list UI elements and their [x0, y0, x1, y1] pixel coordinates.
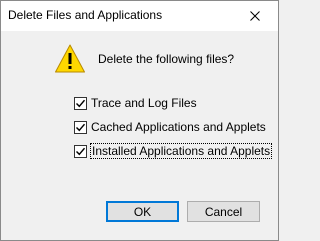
ok-button[interactable]: OK	[106, 201, 179, 222]
delete-files-dialog: Delete Files and Applications Delete the…	[0, 0, 279, 241]
checkmark-icon	[76, 123, 85, 131]
title-bar[interactable]: Delete Files and Applications	[1, 1, 278, 31]
checkbox-trace-and-log-files[interactable]	[74, 96, 87, 110]
option-label: Installed Applications and Applets	[89, 143, 273, 159]
dialog-message: Delete the following files?	[98, 52, 235, 66]
option-trace-and-log-files[interactable]: Trace and Log Files	[74, 95, 197, 111]
checkmark-icon	[76, 147, 85, 155]
checkbox-installed-applications[interactable]	[74, 144, 87, 158]
close-button[interactable]	[232, 1, 278, 31]
close-icon	[250, 11, 260, 21]
cancel-button[interactable]: Cancel	[187, 201, 260, 222]
option-cached-applications[interactable]: Cached Applications and Applets	[74, 119, 266, 135]
option-label: Trace and Log Files	[91, 96, 197, 110]
checkbox-cached-applications[interactable]	[74, 120, 87, 134]
warning-icon	[55, 44, 85, 73]
checkmark-icon	[76, 99, 85, 107]
option-label: Cached Applications and Applets	[91, 120, 266, 134]
option-installed-applications[interactable]: Installed Applications and Applets	[74, 143, 273, 159]
window-title: Delete Files and Applications	[8, 8, 163, 22]
